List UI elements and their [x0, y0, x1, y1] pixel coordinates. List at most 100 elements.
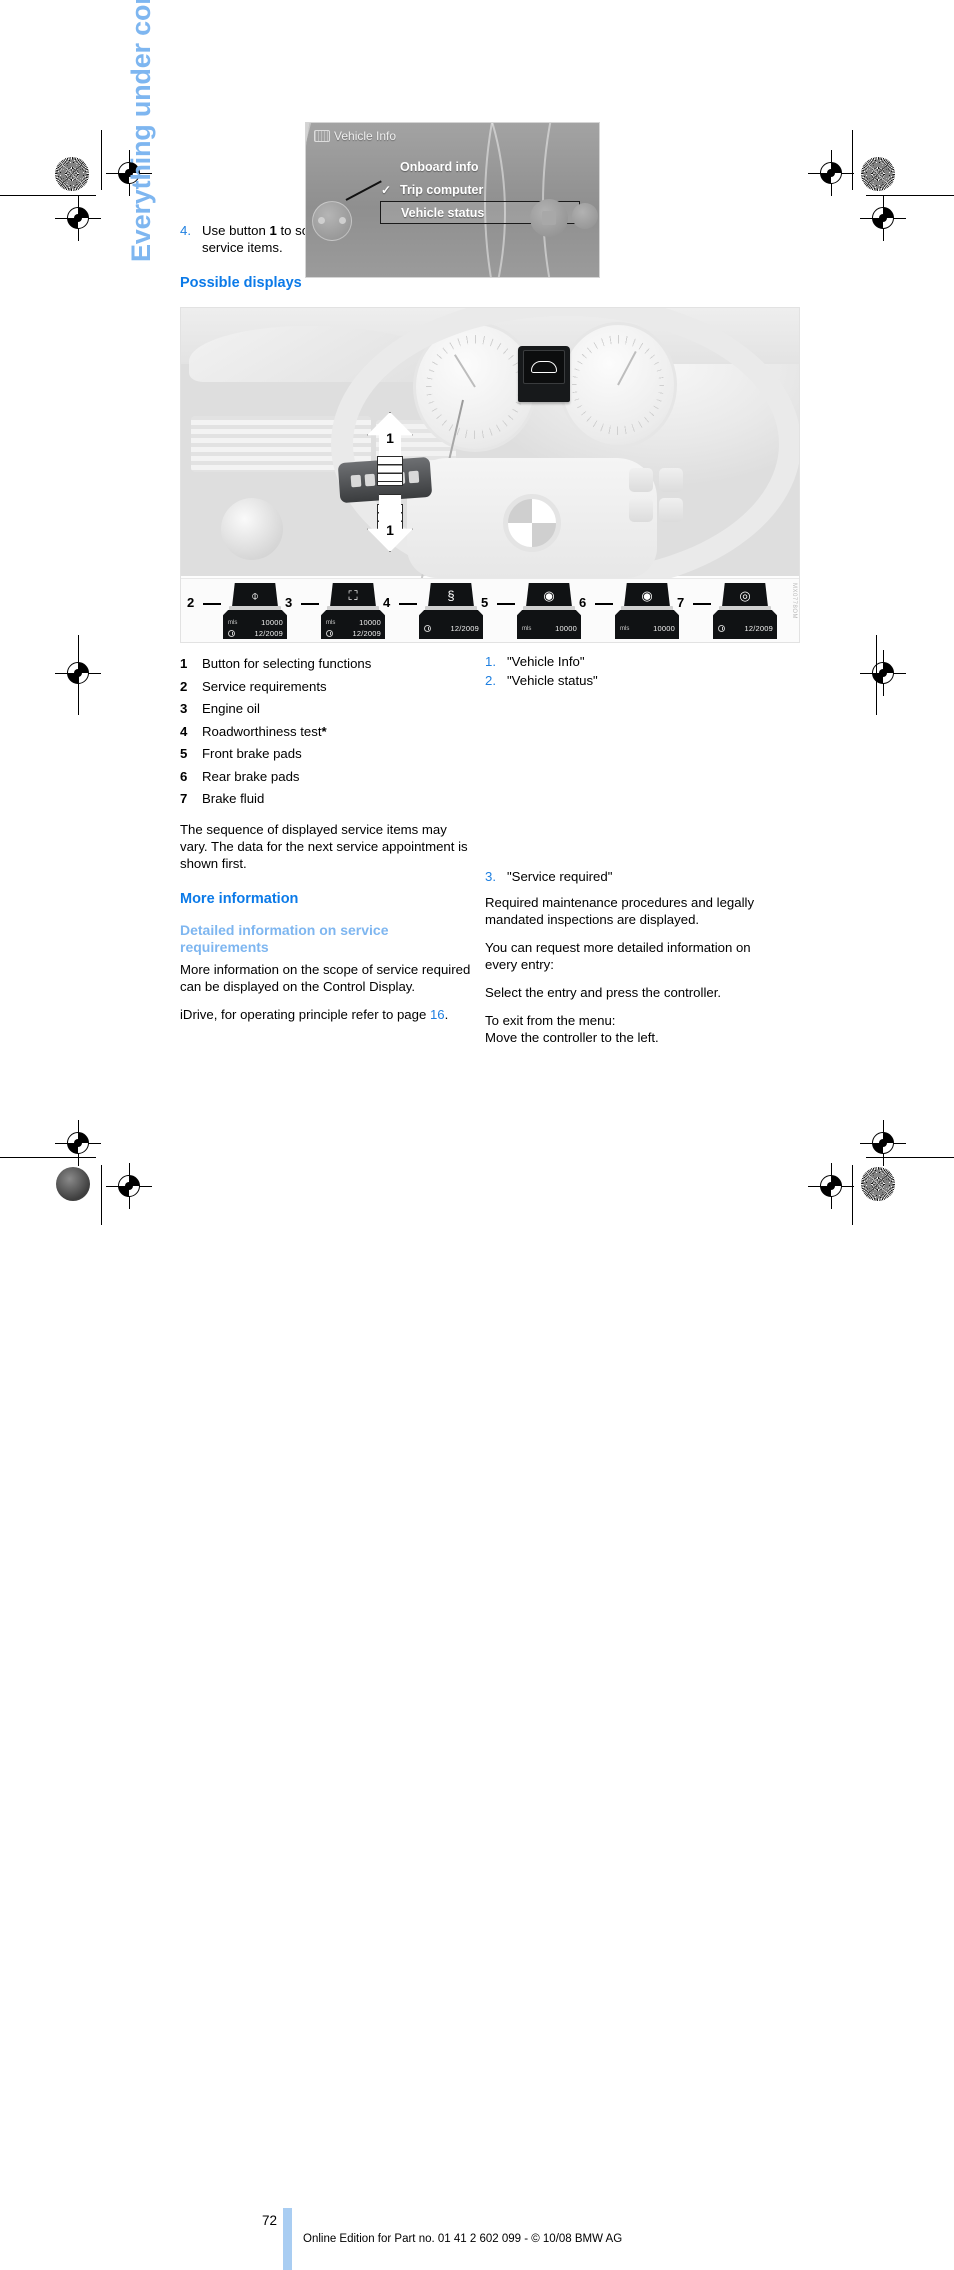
checkmark-icon: ✓ [381, 182, 392, 197]
service-symbol-5-leader [497, 603, 515, 605]
menu-item-trip-computer[interactable]: ✓ Trip computer [380, 178, 580, 201]
service-symbol-3-distance: 10000 [359, 618, 381, 627]
registration-cross-right-middle [860, 650, 906, 696]
legend-item-2: 2 Service requirements [180, 676, 475, 699]
page-footer: 72 Online Edition for Part no. 01 41 2 6… [0, 1105, 954, 2270]
legend-item-4: 4 Roadworthiness test* [180, 721, 475, 744]
service-symbol-2-leader [203, 603, 221, 605]
legend-item-5: 5 Front brake pads [180, 743, 475, 766]
service-symbol-3-display: ⛶ mls 10000 12/2009 [319, 583, 387, 639]
legend-number-2: 2 [180, 678, 188, 694]
service-symbol-strip: 2 ⌽ mls 10000 12/2009 3 ⛶ mls 10000 12/2… [181, 578, 799, 642]
bmw-roundel-logo [503, 494, 561, 552]
right-step-3-number: 3. [485, 869, 496, 884]
right-step-2-number: 2. [485, 673, 496, 688]
figure-image-code: MX0778OM [791, 583, 797, 620]
registration-disc-top-right [861, 157, 895, 191]
legend-label-4: Roadworthiness test* [202, 721, 475, 744]
paragraph-required-maintenance: Required maintenance procedures and lega… [485, 895, 755, 927]
steering-button-2 [659, 468, 683, 492]
service-symbol-2-display: ⌽ mls 10000 12/2009 [221, 583, 289, 639]
clock-icon [424, 625, 431, 632]
service-symbol-2-body: mls 10000 12/2009 [223, 610, 287, 639]
service-symbol-6-leader [595, 603, 613, 605]
vehicle-info-icon [314, 130, 330, 142]
service-symbol-7-leader [693, 603, 711, 605]
right-step-2: 2. "Vehicle status" [485, 672, 780, 689]
steering-button-1 [629, 468, 653, 492]
clock-icon [718, 625, 725, 632]
legend-label-2: Service requirements [202, 678, 327, 694]
registration-cross-left-upper [55, 195, 101, 241]
right-column-lower: 3. "Service required" Required maintenan… [485, 868, 780, 1057]
brake-fluid-icon: ◎ [722, 583, 768, 607]
service-symbol-4-date: 12/2009 [450, 624, 479, 633]
left-column-lower: 1 Button for selecting functions 2 Servi… [180, 653, 475, 1034]
service-symbol-5-unit: mls [522, 625, 532, 632]
steering-button-3 [629, 498, 653, 522]
clock-icon [326, 630, 333, 637]
chapter-running-title: Everything under control [126, 0, 156, 262]
paragraph-exit-menu: To exit from the menu: Move the controll… [485, 1013, 659, 1045]
center-console-button-1 [530, 199, 568, 237]
right-step-1-number: 1. [485, 654, 496, 669]
oil-can-icon: ⛶ [330, 583, 376, 607]
legend-number-3: 3 [180, 701, 188, 716]
service-symbol-6-number: 6 [579, 595, 587, 610]
service-symbol-2-distance: 10000 [261, 618, 283, 627]
rear-brake-pads-icon: ◉ [624, 583, 670, 607]
crop-line-left-upper-horizontal [0, 195, 96, 196]
figure-control-display: Vehicle Info Onboard info ✓ Trip compute… [305, 122, 600, 278]
footnote-star: * [321, 723, 327, 739]
crop-line-right-middle-vertical [876, 635, 877, 715]
page-number: 72 [262, 2213, 278, 2228]
paragraph-request-details: You can request more detailed informatio… [485, 940, 751, 972]
light-switch-knob [221, 498, 283, 560]
service-symbol-5-distance: 10000 [555, 624, 577, 633]
legend-label-3: Engine oil [202, 701, 260, 716]
menu-item-onboard-info[interactable]: Onboard info [380, 155, 580, 178]
right-column: 1. "Vehicle Info" 2. "Vehicle status" [485, 653, 780, 689]
steering-wheel-buttons [629, 468, 687, 524]
dashboard-photo: 1 1 [181, 308, 799, 596]
service-symbol-3-unit: mls [326, 619, 336, 626]
service-symbol-2-date: 12/2009 [254, 629, 283, 638]
figure-legend-list: 1 Button for selecting functions 2 Servi… [180, 653, 475, 811]
menu-item-onboard-info-label: Onboard info [400, 159, 479, 174]
control-display-title: Vehicle Info [334, 129, 397, 143]
service-symbol-2-number: 2 [187, 595, 195, 610]
clock-icon [228, 630, 235, 637]
service-symbol-4-leader [399, 603, 417, 605]
legend-number-7: 7 [180, 791, 188, 806]
service-symbol-3-number: 3 [285, 595, 293, 610]
footer-accent-bar [283, 2208, 292, 2270]
crop-line-top-right-vertical [852, 130, 853, 190]
legend-label-4-text: Roadworthiness test [202, 723, 322, 739]
legend-item-1: 1 Button for selecting functions [180, 653, 475, 676]
page-reference-link[interactable]: 16 [430, 1007, 445, 1022]
idrive-ref-period: . [444, 1006, 449, 1022]
legend-item-3: 3 Engine oil [180, 698, 475, 721]
service-symbol-7-display: ◎ 12/2009 [711, 583, 779, 639]
service-symbol-7-body: 12/2009 [713, 610, 777, 639]
crop-line-top-left-vertical [101, 130, 102, 190]
crop-line-left-middle-vertical [78, 635, 79, 715]
legend-number-6: 6 [180, 768, 188, 784]
right-step-2-text: "Vehicle status" [507, 673, 598, 688]
scroll-up-ladder [377, 456, 403, 486]
registration-cross-top-right [808, 150, 854, 196]
heading-detailed-information: Detailed information on service requirem… [180, 921, 389, 955]
legend-label-6: Rear brake pads [202, 768, 300, 784]
service-symbol-7-number: 7 [677, 595, 685, 610]
legend-item-7: 7 Brake fluid [180, 788, 475, 811]
legend-label-1: Button for selecting functions [202, 656, 372, 671]
service-symbol-2-unit: mls [228, 619, 238, 626]
service-symbol-5-display: ◉ mls 10000 [515, 583, 583, 639]
service-symbol-7-date: 12/2009 [744, 624, 773, 633]
roadworthiness-icon: § [428, 583, 474, 607]
front-brake-pads-icon: ◉ [526, 583, 572, 607]
right-step-3-text: "Service required" [507, 869, 613, 884]
step-4-text-before: Use button [202, 223, 270, 238]
registration-disc-top-left [55, 157, 89, 191]
step-4-button-ref: 1 [269, 223, 277, 238]
